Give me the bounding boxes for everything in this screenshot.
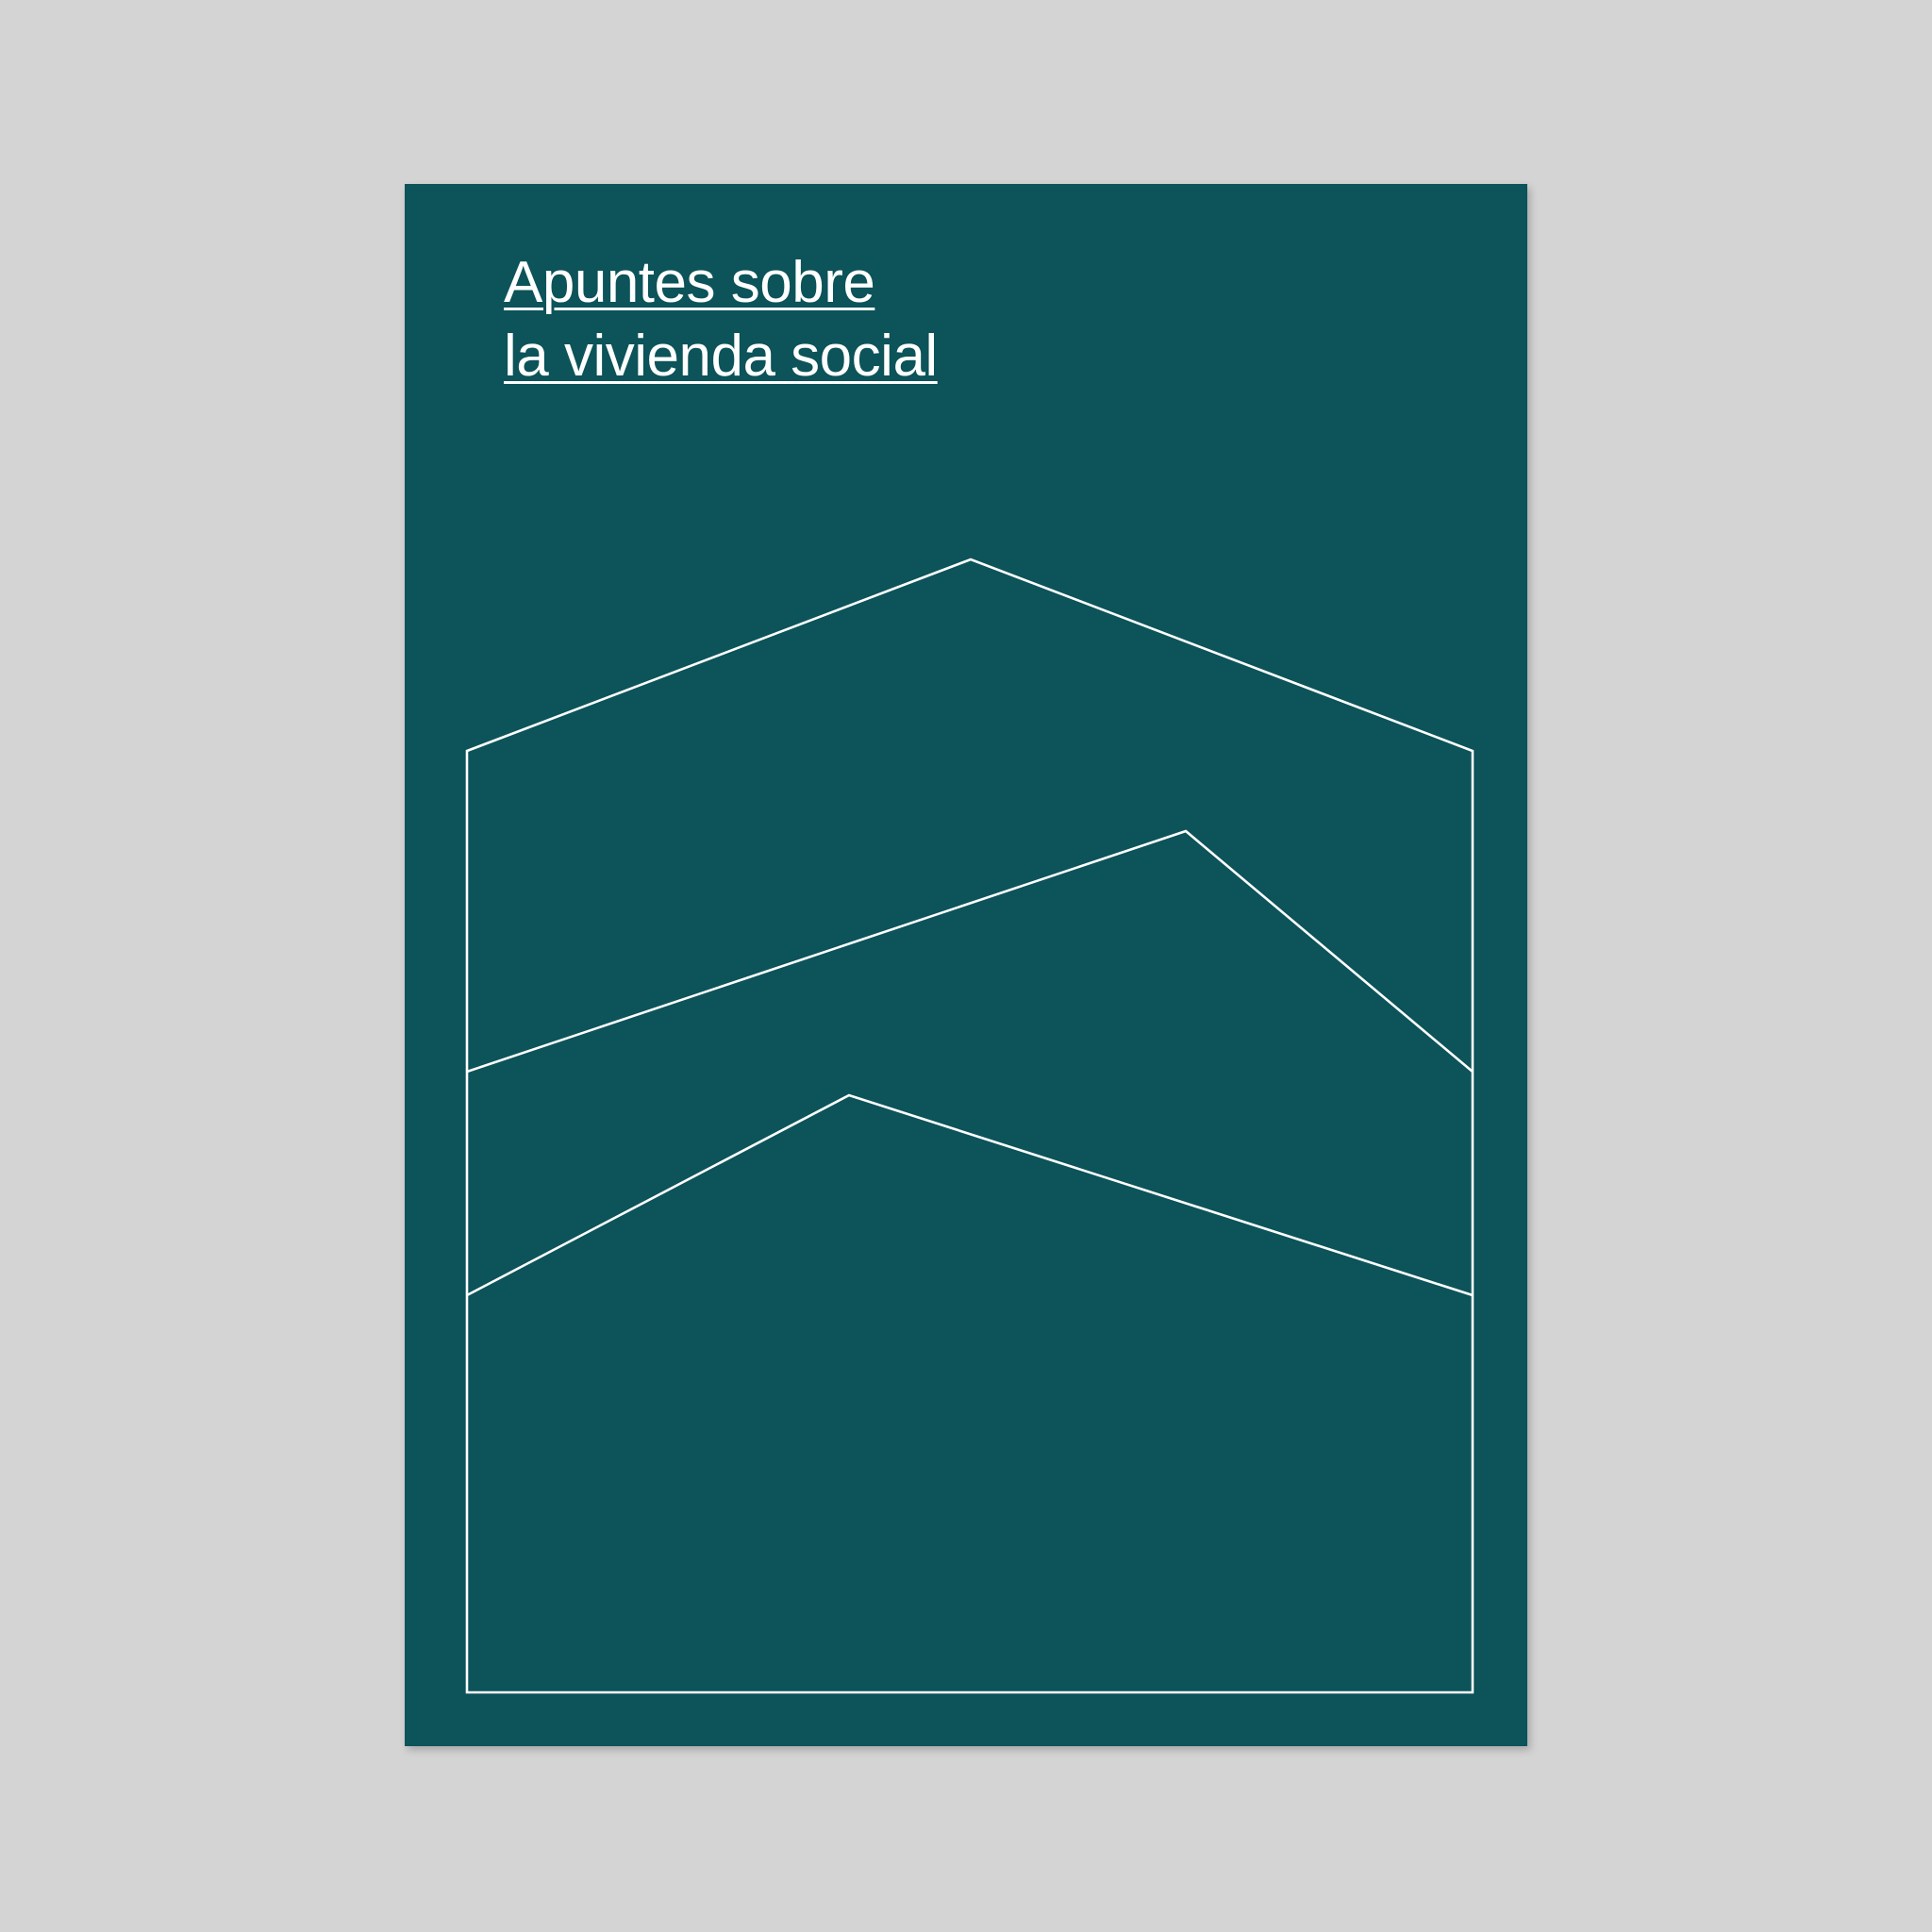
house-outline-illustration: [465, 558, 1474, 1694]
lower-roof-line: [466, 1093, 1474, 1297]
middle-roof-line: [466, 829, 1474, 1074]
house-outline: [465, 558, 1474, 1694]
book-cover: Apuntes sobre la vivienda social: [405, 184, 1527, 1746]
